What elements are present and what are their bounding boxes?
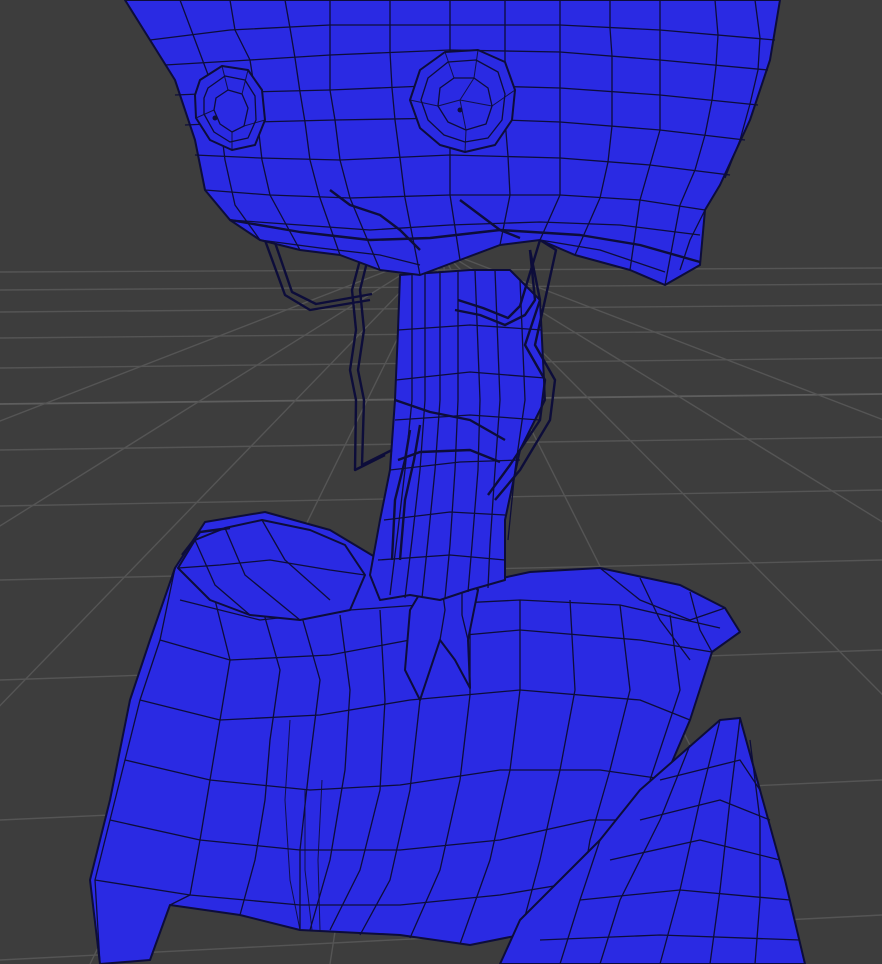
neck[interactable]	[369, 269, 546, 601]
eye-pupil-icon	[212, 115, 218, 121]
viewport-canvas[interactable]	[0, 0, 882, 964]
eye-pupil-icon	[457, 107, 463, 113]
3d-viewport[interactable]	[0, 0, 882, 964]
